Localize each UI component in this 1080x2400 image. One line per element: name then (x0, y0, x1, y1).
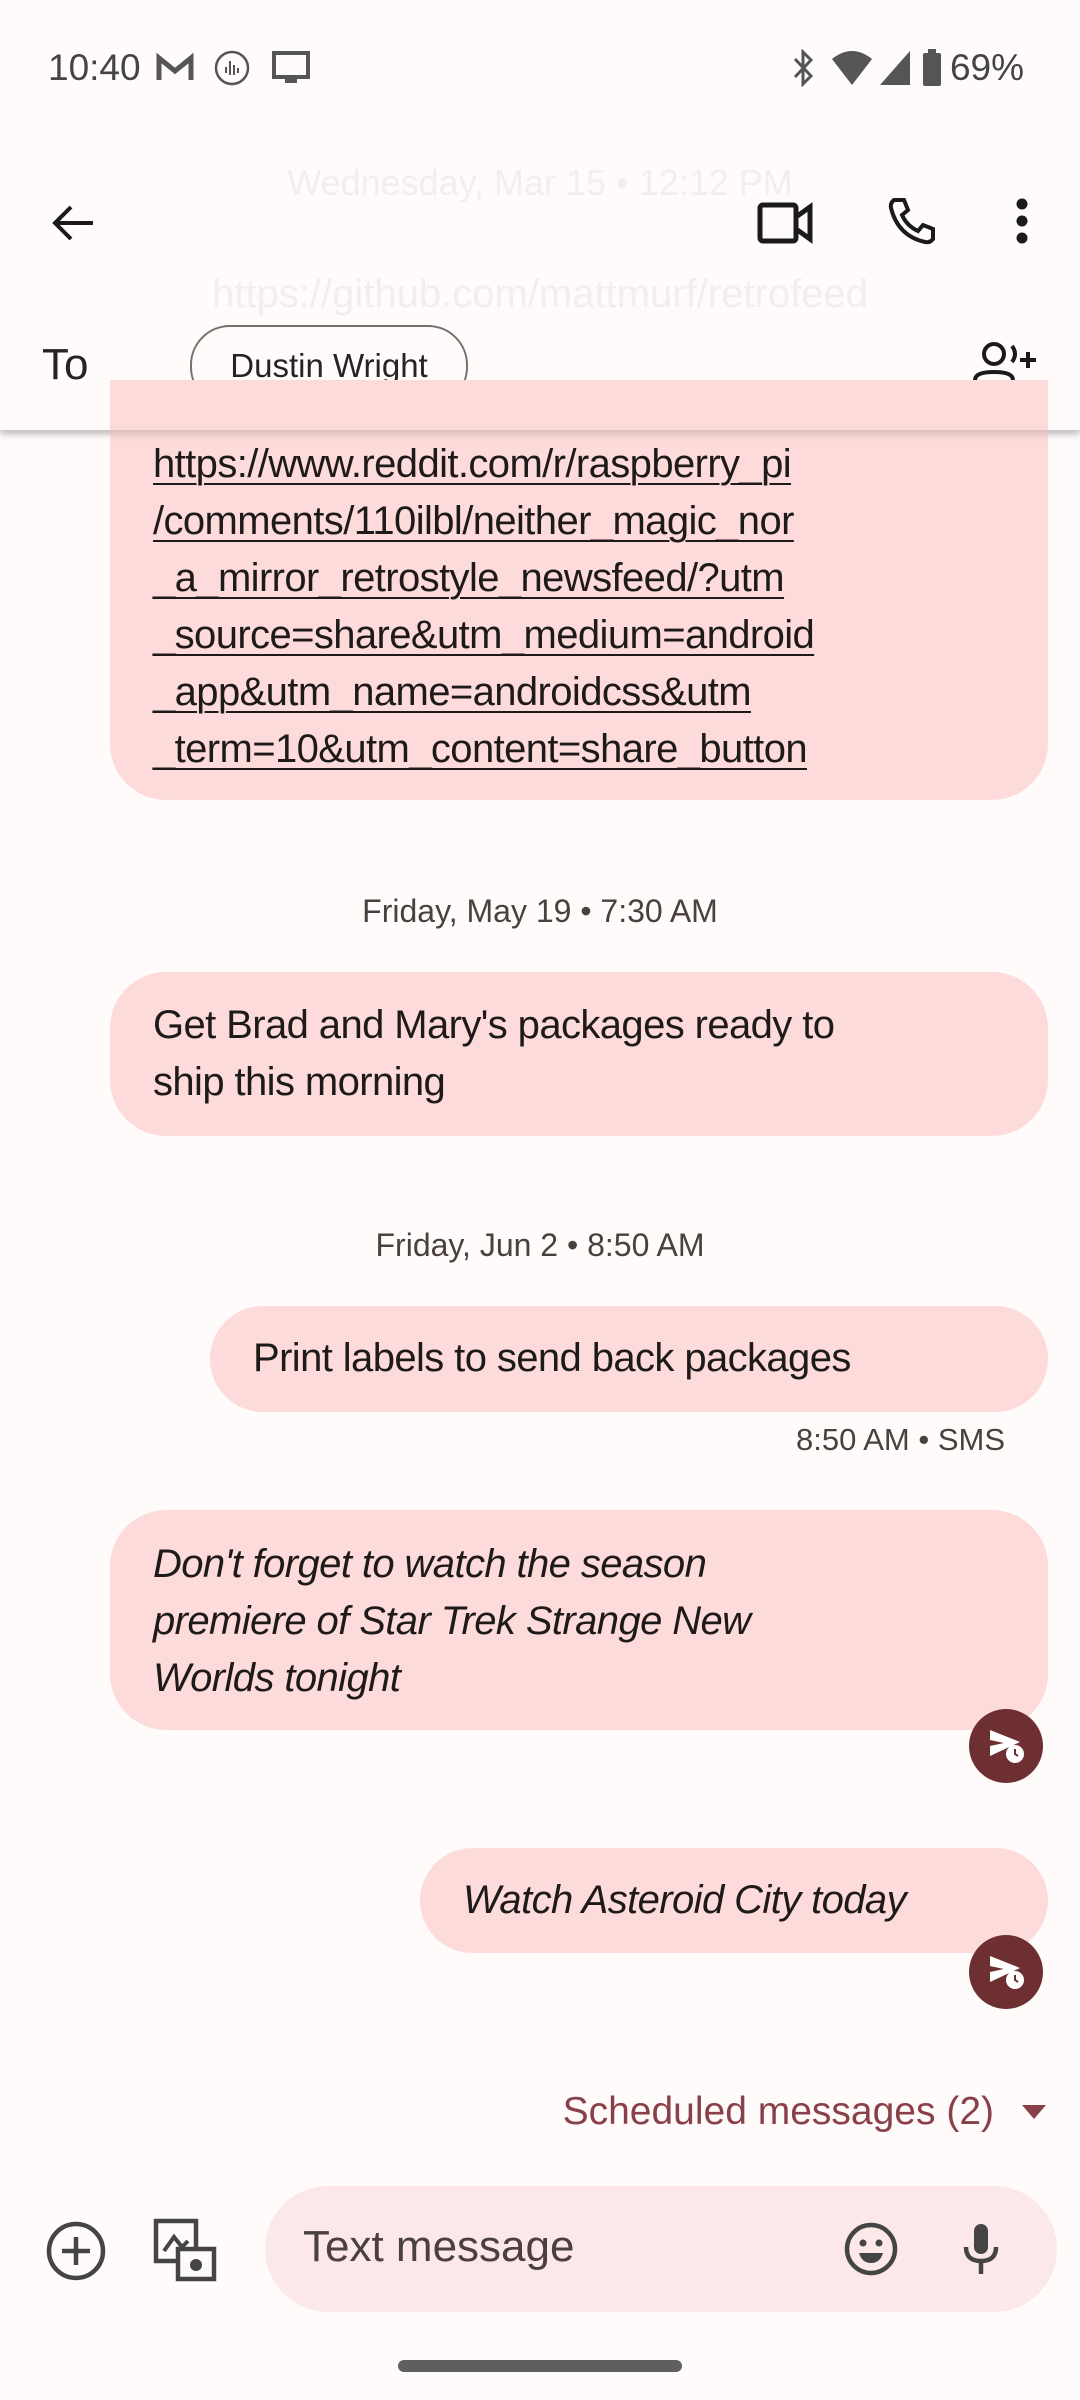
scheduled-messages-label: Scheduled messages (2) (562, 2090, 994, 2133)
message-bubble-outgoing[interactable]: Print labels to send back packages (210, 1306, 1048, 1412)
link-line[interactable]: _a_mirror_retrostyle_newsfeed/?utm (153, 550, 1048, 607)
link-line[interactable]: _source=share&utm_medium=android (153, 607, 1048, 664)
microphone-icon (963, 2224, 999, 2274)
battery-percent: 69% (949, 47, 1024, 88)
to-label: To (42, 340, 89, 389)
link-line[interactable]: _term=10&utm_content=share_button (153, 721, 1048, 778)
message-input-placeholder: Text message (303, 2222, 575, 2271)
scheduled-send-icon[interactable] (969, 1709, 1043, 1783)
message-text: Print labels to send back packages (253, 1336, 851, 1380)
message-text: Get Brad and Mary's packages ready to (153, 1003, 835, 1047)
more-vert-icon (1016, 198, 1028, 244)
message-input[interactable]: Text message (265, 2186, 1057, 2312)
link-line[interactable]: /comments/110ilbl/neither_magic_nor (153, 493, 1048, 550)
date-separator: Friday, Jun 2 • 8:50 AM (375, 1227, 705, 1263)
scheduled-messages-toggle[interactable]: Scheduled messages (2) (563, 2090, 1048, 2134)
message-text: ship this morning (153, 1060, 446, 1104)
ghost-url: https://github.com/mattmurf/retrofeed (212, 272, 868, 316)
bluetooth-icon (793, 49, 814, 87)
message-bubble-link[interactable]: https://www.reddit.com/r/raspberry_pi /c… (110, 380, 1048, 800)
date-separator: Friday, May 19 • 7:30 AM (362, 893, 718, 929)
scheduled-send-icon[interactable] (969, 1935, 1043, 2009)
back-arrow-icon (52, 205, 93, 241)
message-text: Watch Asteroid City today (463, 1878, 907, 1922)
emoji-button[interactable] (835, 2213, 907, 2285)
message-meta: 8:50 AM • SMS (796, 1422, 1005, 1457)
message-bubble-incoming[interactable]: Get Brad and Mary's packages ready to sh… (110, 972, 1048, 1136)
status-bar-right: 69% (790, 40, 1024, 96)
podcast-icon (214, 50, 249, 86)
message-text: Worlds tonight (153, 1656, 401, 1700)
wifi-icon (831, 51, 872, 85)
phone-call-button[interactable] (878, 186, 948, 256)
link-line[interactable]: https://www.reddit.com/r/raspberry_pi (153, 436, 1048, 493)
message-text: Don't forget to watch the season (153, 1542, 707, 1586)
gallery-camera-button[interactable] (148, 2213, 222, 2287)
video-camera-icon (757, 202, 813, 244)
status-time: 10:40 (48, 47, 141, 88)
gallery-camera-icon (153, 2218, 217, 2282)
gmail-icon (156, 52, 194, 80)
battery-icon (922, 49, 941, 86)
cast-icon (271, 51, 310, 83)
emoji-icon (844, 2222, 898, 2276)
signal-icon (879, 51, 910, 85)
home-indicator[interactable] (398, 2360, 682, 2372)
dropdown-triangle-icon (1022, 2105, 1046, 2119)
video-call-button[interactable] (750, 190, 820, 256)
more-options-button[interactable] (995, 186, 1049, 256)
back-button[interactable] (40, 190, 106, 256)
message-text: premiere of Star Trek Strange New (153, 1599, 751, 1643)
voice-input-button[interactable] (945, 2213, 1017, 2285)
phone-icon (888, 198, 935, 245)
add-circle-icon (46, 2221, 106, 2281)
scheduled-message-bubble[interactable]: Watch Asteroid City today (420, 1848, 1048, 1953)
scheduled-message-bubble[interactable]: Don't forget to watch the season premier… (110, 1510, 1048, 1730)
attach-button[interactable] (40, 2215, 112, 2287)
link-line[interactable]: _app&utm_name=androidcss&utm (153, 664, 1048, 721)
status-bar-left: 10:40 (48, 40, 311, 96)
